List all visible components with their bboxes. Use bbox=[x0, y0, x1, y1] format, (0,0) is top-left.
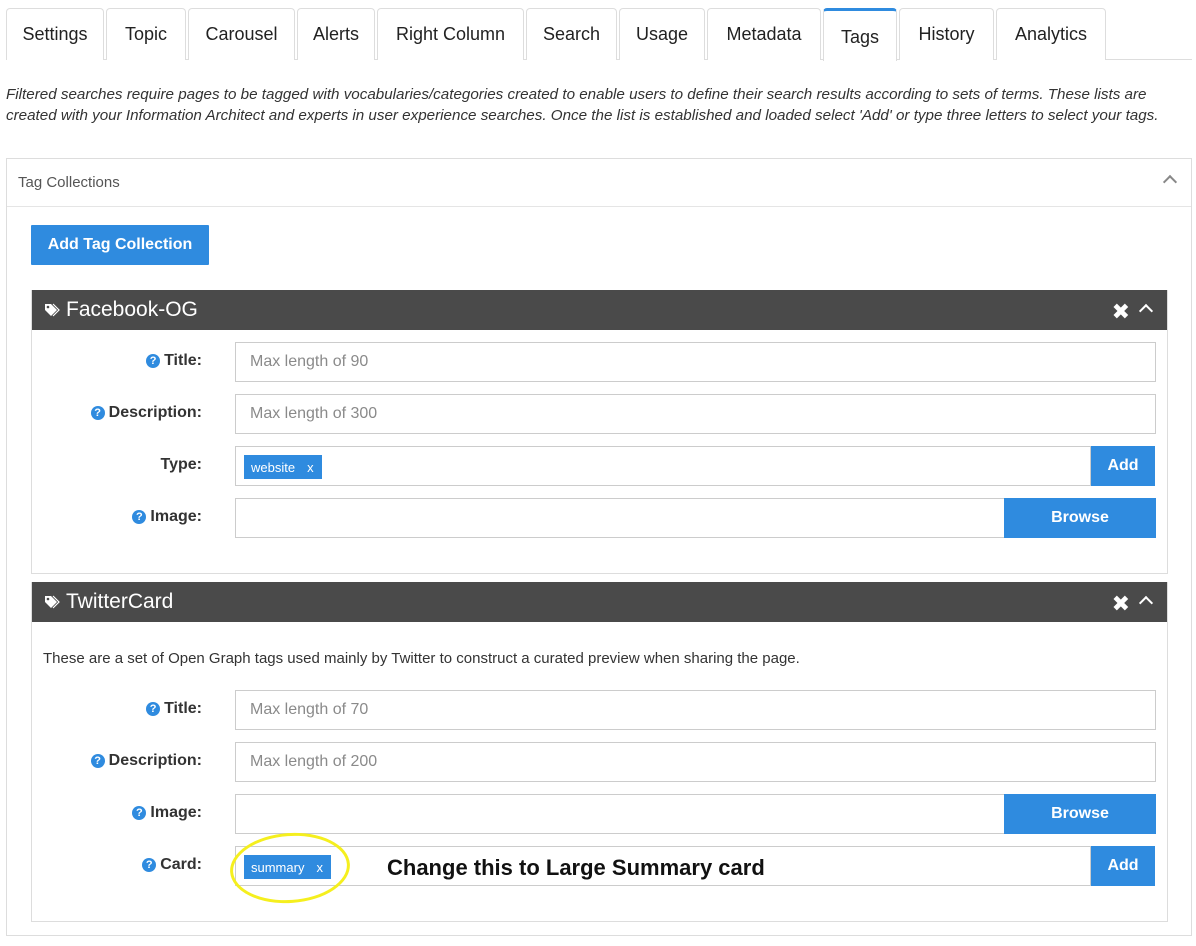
label-text: Title: bbox=[164, 700, 202, 717]
add-card-button[interactable]: Add bbox=[1091, 846, 1155, 886]
form-row-title: ? Title: bbox=[32, 690, 1169, 730]
tab-right-column[interactable]: Right Column bbox=[377, 8, 524, 60]
tab-label: Tags bbox=[840, 26, 880, 47]
close-icon[interactable]: ✖ bbox=[1112, 591, 1130, 617]
form-row-image: ? Image: Browse bbox=[32, 794, 1169, 834]
form-row-description: ? Description: bbox=[32, 394, 1169, 434]
form-row-type: Type: website x Add bbox=[32, 446, 1169, 486]
field-label: ? Description: bbox=[90, 404, 202, 422]
tags-icon bbox=[45, 303, 60, 317]
tab-label: Topic bbox=[124, 24, 168, 44]
image-field[interactable] bbox=[235, 794, 1005, 834]
field-label: ? Title: bbox=[146, 700, 202, 718]
tab-tags[interactable]: Tags bbox=[823, 8, 897, 61]
help-icon[interactable]: ? bbox=[132, 806, 147, 820]
collection-header: TwitterCard ✖ bbox=[32, 582, 1167, 622]
description-input[interactable] bbox=[236, 395, 1155, 433]
field-label: ? Card: bbox=[142, 856, 202, 874]
help-icon[interactable]: ? bbox=[142, 858, 157, 872]
tab-label: Right Column bbox=[395, 24, 506, 44]
field-label: ? Image: bbox=[132, 804, 202, 822]
help-icon[interactable]: ? bbox=[90, 406, 105, 420]
tab-carousel[interactable]: Carousel bbox=[188, 8, 295, 60]
field-label: ? Description: bbox=[90, 752, 202, 770]
tag-chip-label: website bbox=[251, 459, 296, 475]
type-tag-field[interactable]: website x bbox=[235, 446, 1091, 486]
description-field[interactable] bbox=[235, 742, 1156, 782]
tags-icon bbox=[45, 595, 60, 609]
tab-label: Carousel bbox=[205, 24, 278, 44]
remove-tag-icon[interactable]: x bbox=[307, 460, 314, 475]
tab-analytics[interactable]: Analytics bbox=[996, 8, 1106, 60]
title-input[interactable] bbox=[236, 343, 1155, 381]
tab-alerts[interactable]: Alerts bbox=[297, 8, 375, 60]
form-row-image: ? Image: Browse bbox=[32, 498, 1169, 538]
tab-label: Metadata bbox=[726, 24, 802, 44]
tab-settings[interactable]: Settings bbox=[6, 8, 104, 60]
collection-title: Facebook-OG bbox=[66, 298, 198, 321]
label-text: Type: bbox=[160, 456, 202, 473]
chevron-up-icon[interactable] bbox=[1138, 595, 1154, 611]
image-input[interactable] bbox=[236, 795, 1004, 833]
label-text: Image: bbox=[150, 508, 202, 525]
label-text: Description: bbox=[108, 404, 202, 421]
tag-chip: website x bbox=[244, 455, 322, 479]
tab-history[interactable]: History bbox=[899, 8, 994, 60]
help-icon[interactable]: ? bbox=[90, 754, 105, 768]
panel-header[interactable]: Tag Collections bbox=[7, 159, 1191, 207]
title-input[interactable] bbox=[236, 691, 1155, 729]
close-icon[interactable]: ✖ bbox=[1112, 299, 1130, 325]
description-input[interactable] bbox=[236, 743, 1155, 781]
intro-text: Filtered searches require pages to be ta… bbox=[6, 86, 1159, 124]
image-input[interactable] bbox=[236, 499, 1004, 537]
tag-collections-panel: Tag Collections Add Tag Collection Faceb… bbox=[6, 158, 1192, 936]
add-type-button[interactable]: Add bbox=[1091, 446, 1155, 486]
field-label: ? Title: bbox=[146, 352, 202, 370]
tab-label: Analytics bbox=[1014, 24, 1088, 44]
chevron-up-icon[interactable] bbox=[1138, 303, 1154, 319]
collection-description: These are a set of Open Graph tags used … bbox=[43, 650, 800, 667]
help-icon[interactable]: ? bbox=[132, 510, 147, 524]
tab-label: Alerts bbox=[312, 24, 359, 44]
tab-bar: Settings Topic Carousel Alerts Right Col… bbox=[6, 8, 1192, 61]
form-row-title: ? Title: bbox=[32, 342, 1169, 382]
collection-title: TwitterCard bbox=[66, 590, 174, 613]
tab-label: Usage bbox=[635, 24, 689, 44]
form-row-description: ? Description: bbox=[32, 742, 1169, 782]
tab-topic[interactable]: Topic bbox=[106, 8, 186, 60]
label-text: Card: bbox=[160, 856, 202, 873]
annotation-text: Change this to Large Summary card bbox=[387, 855, 765, 880]
panel-title: Tag Collections bbox=[18, 174, 120, 191]
image-field[interactable] bbox=[235, 498, 1005, 538]
field-label: Type: bbox=[161, 456, 202, 474]
tab-usage[interactable]: Usage bbox=[619, 8, 705, 60]
browse-button[interactable]: Browse bbox=[1004, 794, 1156, 834]
tab-label: History bbox=[918, 24, 975, 44]
title-field[interactable] bbox=[235, 342, 1156, 382]
tab-label: Settings bbox=[22, 24, 88, 44]
chevron-up-icon[interactable] bbox=[1162, 174, 1178, 190]
browse-button[interactable]: Browse bbox=[1004, 498, 1156, 538]
help-icon[interactable]: ? bbox=[146, 702, 161, 716]
label-text: Image: bbox=[150, 804, 202, 821]
tab-search[interactable]: Search bbox=[526, 8, 617, 60]
tab-label: Search bbox=[542, 24, 601, 44]
field-label: ? Image: bbox=[132, 508, 202, 526]
add-tag-collection-button[interactable]: Add Tag Collection bbox=[31, 225, 209, 265]
label-text: Description: bbox=[108, 752, 202, 769]
title-field[interactable] bbox=[235, 690, 1156, 730]
label-text: Title: bbox=[164, 352, 202, 369]
tab-metadata[interactable]: Metadata bbox=[707, 8, 821, 60]
help-icon[interactable]: ? bbox=[146, 354, 161, 368]
facebook-og-collection: Facebook-OG ✖ ?Title: ?Description: Type… bbox=[31, 290, 1168, 574]
collection-header: Facebook-OG ✖ bbox=[32, 290, 1167, 330]
description-field[interactable] bbox=[235, 394, 1156, 434]
